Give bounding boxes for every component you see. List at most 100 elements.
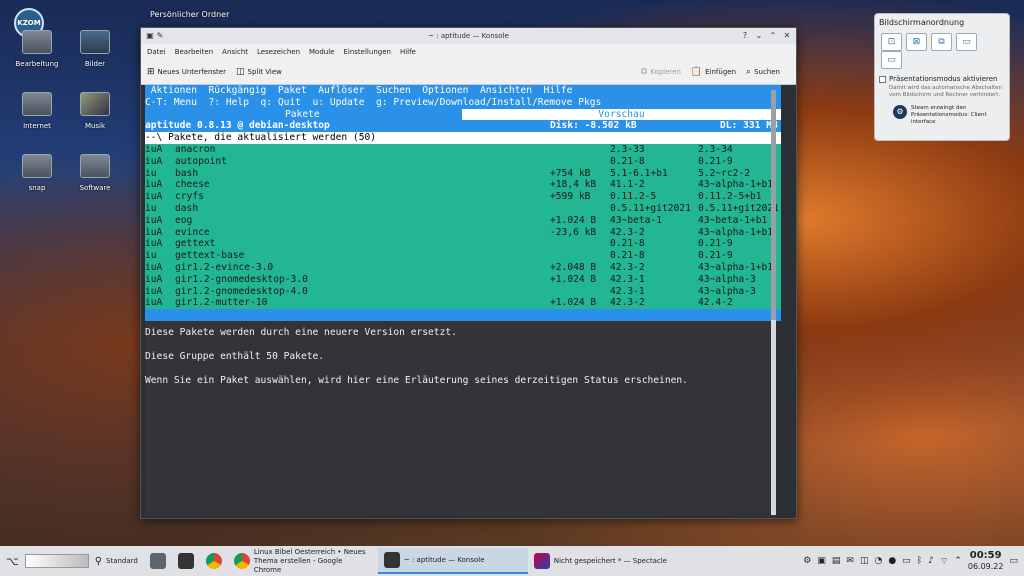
package-row[interactable]: iuA evince -23,6 kB 42.3-2 43~alpha-1+b1	[145, 226, 781, 239]
split-view-button[interactable]: ◫ Split View	[236, 67, 282, 77]
tab-pakete[interactable]: Pakete	[285, 109, 320, 121]
wifi-icon[interactable]: ⌔	[940, 556, 948, 567]
search-button[interactable]: ⌕ Suchen	[746, 67, 780, 77]
clipboard-icon[interactable]: ▣	[817, 556, 826, 566]
display-mode-5-icon[interactable]: ▭	[881, 51, 902, 69]
package-row[interactable]: iuA gir1.2-evince-3.0 +2.048 B 42.3-2 43~alp…	[145, 261, 781, 274]
presentation-mode-checkbox[interactable]	[879, 75, 886, 83]
package-flags: iuA	[145, 285, 163, 297]
package-row[interactable]: iu gettext-base 0.21-8 0.21-9	[145, 250, 781, 262]
package-row[interactable]: iuA eog +1.024 B 43~beta-1 43~beta-1+b1	[145, 214, 781, 227]
package-new: 43~alpha-1+b1	[698, 179, 774, 191]
scrollbar-thumb[interactable]	[771, 90, 776, 320]
steam-icon: ⚙	[893, 105, 907, 119]
package-row[interactable]: iuA gir1.2-mutter-10 +1.024 B 42.3-2 42.4-2	[145, 297, 781, 310]
app-launcher-button[interactable]: ⌥	[0, 548, 25, 574]
display-configuration-popup: Bildschirmanordnung ⊡ ⊠ ⧉ ▭▭ Präsentationsm…	[874, 13, 1010, 141]
package-cur: 43~beta-1	[610, 214, 662, 226]
desktop-icon-snap[interactable]: snap	[6, 154, 68, 192]
menu-datei[interactable]: Datei	[147, 48, 166, 56]
package-size: +754 kB	[550, 167, 591, 179]
package-name: anacron	[175, 143, 216, 155]
terminal-scrollbar[interactable]	[771, 90, 776, 515]
display-icon[interactable]: ▭	[902, 556, 911, 566]
window-title: ~ : aptitude — Konsole	[428, 32, 509, 40]
description-line-1: Diese Pakete werden durch eine neuere Ve…	[145, 326, 457, 338]
virtual-desktop-pager[interactable]	[24, 554, 89, 568]
desktop-icon-bearbeitung[interactable]: Bearbeitung	[6, 30, 68, 68]
presentation-mode-label[interactable]: Präsentationsmodus aktivieren	[889, 75, 998, 83]
desktop-icon-internet[interactable]: Internet	[6, 92, 68, 130]
task-terminal-launcher[interactable]	[172, 548, 200, 574]
package-cur: 0.5.11+git2021	[610, 202, 691, 214]
terminal-view[interactable]: Aktionen Rückgängig Paket Auflöser Suche…	[145, 85, 781, 516]
titlebar[interactable]: ▣ ✎ ~ : aptitude — Konsole ? ⌄ ⌃ ✕	[141, 28, 796, 44]
display-mode-2-icon[interactable]: ⊠	[906, 33, 927, 51]
package-flags: iuA	[145, 155, 163, 167]
task-spectacle-window[interactable]: Nicht gespeichert * — Spectacle	[528, 548, 678, 574]
folder-icon	[22, 92, 52, 116]
desktop-icon-software[interactable]: Software	[64, 154, 126, 192]
package-row[interactable]: iuA gir1.2-gnomedesktop-3.0 +1.024 B 42.3-1…	[145, 273, 781, 286]
package-flags: iu	[145, 167, 157, 179]
menu-einstellungen[interactable]: Einstellungen	[343, 48, 390, 56]
volume-icon[interactable]: ♪	[928, 556, 934, 566]
paste-button[interactable]: 📋 Einfügen	[691, 67, 736, 77]
notes-icon[interactable]: ▤	[832, 556, 841, 566]
package-flags: iuA	[145, 226, 163, 238]
package-new: 0.5.11+git2021	[698, 202, 779, 214]
display-mode-3-icon[interactable]: ⧉	[931, 33, 952, 51]
package-row[interactable]: iuA gettext 0.21-8 0.21-9	[145, 238, 781, 251]
minimize-all-icon[interactable]: ▭	[1009, 556, 1018, 566]
package-name: evince	[175, 226, 210, 238]
menu-ansicht[interactable]: Ansicht	[222, 48, 248, 56]
package-group-header[interactable]: --\ Pakete, die aktualisiert werden (50)	[145, 132, 781, 144]
package-row[interactable]: iu bash +754 kB 5.1-6.1+b1 5.2~rc2-2	[145, 167, 781, 180]
package-row[interactable]: iuA gir1.2-gnomedesktop-4.0 42.3-1 43~alpha…	[145, 285, 781, 298]
clock[interactable]: 00:59 06.09.22	[968, 550, 1004, 572]
package-new: 2.3-34	[698, 143, 733, 155]
package-cur: 5.1-6.1+b1	[610, 167, 668, 179]
task-file-manager[interactable]	[144, 548, 172, 574]
package-flags: iuA	[145, 297, 163, 309]
task-chrome-launcher[interactable]	[200, 548, 228, 574]
package-icon[interactable]: ◫	[860, 556, 869, 566]
package-flags: iuA	[145, 273, 163, 285]
new-tab-button[interactable]: ⊞ Neues Unterfenster	[147, 67, 226, 77]
activity-switcher[interactable]: ⚲ Standard	[89, 548, 144, 574]
search-icon: ⌕	[746, 67, 752, 77]
display-mode-4-icon[interactable]: ▭	[956, 33, 977, 51]
audio-icon[interactable]: ◔	[874, 556, 882, 566]
aptitude-menu[interactable]: Aktionen Rückgängig Paket Auflöser Suche…	[145, 85, 781, 97]
menu-bearbeiten[interactable]: Bearbeiten	[175, 48, 213, 56]
menu-lesezeichen[interactable]: Lesezeichen	[257, 48, 300, 56]
package-size: +18,4 kB	[550, 179, 597, 191]
tab-vorschau[interactable]: Vorschau	[462, 108, 781, 121]
bluetooth-icon[interactable]: ᛒ	[917, 556, 922, 566]
copy-button[interactable]: ⧉ Kopieren	[641, 67, 681, 77]
package-new: 43~alpha-3	[698, 285, 756, 297]
task-konsole-window[interactable]: ~ : aptitude — Konsole	[377, 548, 528, 574]
package-cur: 42.3-2	[610, 226, 645, 238]
package-cur: 2.3-33	[610, 143, 645, 155]
spectacle-icon	[533, 553, 550, 569]
package-size: +1.024 B	[550, 273, 597, 285]
package-row[interactable]: iu dash 0.5.11+git2021 0.5.11+git2021	[145, 202, 781, 215]
display-mode-1-icon[interactable]: ⊡	[881, 33, 902, 51]
package-name: eog	[175, 214, 193, 226]
home-folder-label[interactable]: Persönlicher Ordner	[150, 10, 229, 19]
package-name: cheese	[175, 179, 210, 191]
gear-icon[interactable]: ⚙	[803, 556, 811, 566]
desktop-icon-bilder[interactable]: Bilder	[64, 30, 126, 68]
chevron-up-icon[interactable]: ⌃	[954, 556, 962, 566]
desktop-icon-musik[interactable]: Musik	[64, 92, 126, 130]
package-row[interactable]: iuA cryfs +599 kB 0.11.2-5 0.11.2-5+b1	[145, 191, 781, 203]
package-row[interactable]: iuA anacron 2.3-33 2.3-34	[145, 143, 781, 156]
package-row[interactable]: iuA cheese +18,4 kB 41.1-2 43~alpha-1+b1	[145, 179, 781, 192]
task-chrome-window[interactable]: Linux Bibel Oesterreich • Neues Thema ers…	[228, 548, 378, 574]
package-row[interactable]: iuA autopoint 0.21-8 0.21-9	[145, 155, 781, 168]
lightbulb-icon[interactable]: ●	[888, 556, 896, 566]
menu-hilfe[interactable]: Hilfe	[400, 48, 416, 56]
menu-module[interactable]: Module	[309, 48, 334, 56]
mail-icon[interactable]: ✉	[846, 556, 854, 566]
